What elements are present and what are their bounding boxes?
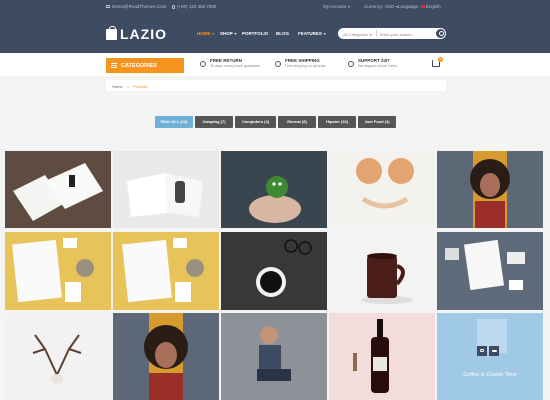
stationery-image [113, 232, 219, 310]
portfolio-item-mug[interactable] [329, 232, 435, 310]
categories-button[interactable]: CATEGORIES [106, 58, 184, 73]
flag-icon [420, 5, 425, 9]
site-header: Demo@RoadThemes.Com (+00) 123 456 7890 M… [0, 0, 550, 53]
portfolio-item-caption: Coffee & Cookie Time [463, 372, 517, 378]
my-account-dropdown[interactable]: My Account▼ [323, 4, 351, 9]
mug-image [329, 232, 435, 310]
nav-item-features[interactable]: FEATURES▼ [298, 31, 326, 36]
portfolio-item-man-sitting[interactable] [221, 313, 327, 400]
business-cards-image [5, 151, 111, 228]
phone-number: (+00) 123 456 7890 [172, 4, 216, 9]
filter-camping[interactable]: Camping (7) [195, 116, 233, 128]
coffee-glasses-image [221, 232, 327, 310]
caret-down-icon: ▼ [368, 32, 373, 37]
portfolio-item-desk-flatlay[interactable] [437, 232, 543, 310]
nav-item-shop[interactable]: SHOP▼ [220, 31, 237, 36]
portfolio-item-moss-hands[interactable] [221, 151, 327, 228]
portfolio-item-cookies-face[interactable] [329, 151, 435, 228]
man-sitting-image [221, 313, 327, 400]
language-dropdown[interactable]: Language: English [398, 4, 441, 9]
breadcrumb-separator: > [127, 83, 130, 89]
breadcrumb: Home > Portfolio [106, 80, 446, 91]
menu-icon [111, 63, 117, 68]
filter-computers[interactable]: Computers (4) [235, 116, 276, 128]
portfolio-item-business-cards[interactable] [5, 151, 111, 228]
coffee-cookie-image [437, 313, 543, 400]
email-link[interactable]: Demo@RoadThemes.Com [106, 4, 166, 9]
wine-bottle-image [329, 313, 435, 400]
filter-eternal[interactable]: Eternal (5) [278, 116, 316, 128]
top-bar: Demo@RoadThemes.Com (+00) 123 456 7890 M… [0, 0, 550, 14]
portfolio-item-antlers[interactable] [5, 313, 111, 400]
portfolio-item-stationery-yellow-1[interactable] [5, 232, 111, 310]
brochure-image [113, 151, 219, 228]
nav-item-home[interactable]: HOME▼ [197, 31, 215, 36]
portfolio-item-coffee-glasses[interactable] [221, 232, 327, 310]
magnify-icon [480, 348, 484, 352]
portfolio-item-brochure[interactable] [113, 151, 219, 228]
portfolio-item-stationery-yellow-2[interactable] [113, 232, 219, 310]
desk-flatlay-image [437, 232, 543, 310]
truck-icon [275, 61, 281, 67]
search-button[interactable] [436, 29, 445, 38]
portfolio-item-woman-portrait[interactable] [437, 151, 543, 228]
zoom-button[interactable] [477, 346, 487, 356]
link-icon [491, 350, 497, 352]
portfolio-item-coffee-cookie-time[interactable]: Coffee & Cookie Time [437, 313, 543, 400]
woman-portrait-image [437, 151, 543, 228]
portfolio-item-woman-smiling[interactable] [113, 313, 219, 400]
breadcrumb-home[interactable]: Home [112, 84, 123, 89]
cookies-face-image [329, 151, 435, 228]
site-logo[interactable]: LAZIO [106, 25, 167, 42]
filter-hipster[interactable]: Hipster (10) [318, 116, 356, 128]
breadcrumb-current: Portfolio [133, 83, 148, 89]
search-bar: All Categories▼ Enter your search... [338, 28, 446, 39]
shopping-bag-icon [106, 25, 117, 40]
caret-down-icon: ▼ [233, 32, 238, 36]
caret-down-icon: ▼ [322, 32, 327, 36]
cart-count-badge: 0 [438, 57, 443, 62]
headset-icon [348, 61, 354, 67]
woman-smiling-image [113, 313, 219, 400]
nav-item-blog[interactable]: BLOG [276, 31, 289, 36]
return-icon [200, 61, 206, 67]
divider [376, 30, 377, 37]
filter-just-food[interactable]: Just Food (4) [358, 116, 396, 128]
mail-icon [106, 5, 110, 9]
portfolio-grid: Coffee & Cookie Time [5, 151, 550, 400]
phone-icon [172, 4, 175, 9]
caret-down-icon: ▼ [347, 5, 351, 9]
page: Demo@RoadThemes.Com (+00) 123 456 7890 M… [0, 0, 550, 400]
nav-item-portfolio[interactable]: PORTFOLIO [242, 31, 268, 36]
link-button[interactable] [489, 346, 499, 356]
stationery-image [5, 232, 111, 310]
filter-all[interactable]: Filter ALL (22) [155, 116, 193, 128]
search-input[interactable]: Enter your search... [380, 32, 415, 37]
portfolio-item-wine-bottle[interactable] [329, 313, 435, 400]
antlers-image [5, 313, 111, 400]
caret-down-icon: ▼ [211, 32, 215, 36]
search-category-select[interactable]: All Categories▼ [343, 32, 372, 37]
moss-hands-image [221, 151, 327, 228]
currency-dropdown[interactable]: Currency: USD▼ [364, 4, 399, 9]
